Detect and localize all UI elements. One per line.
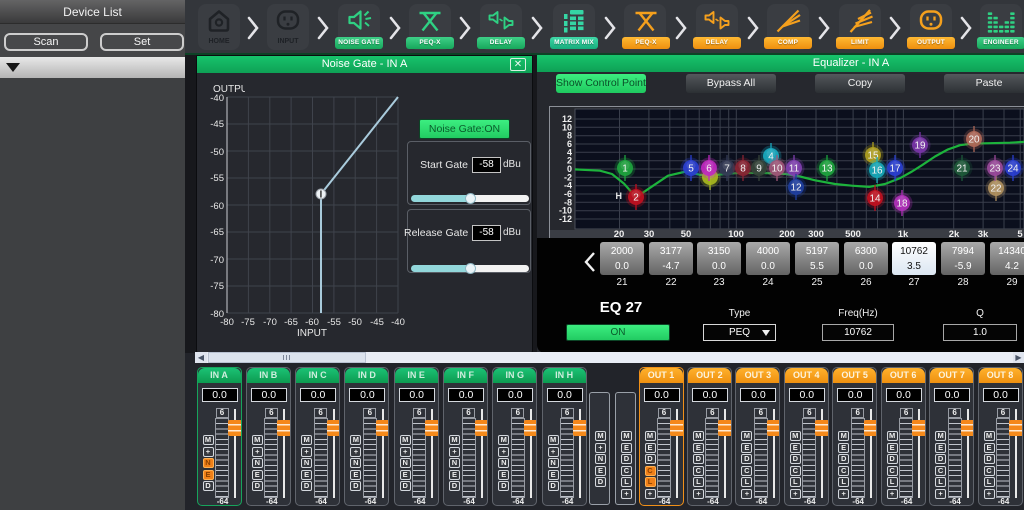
svg-text:11: 11 bbox=[789, 164, 800, 175]
svg-text:5: 5 bbox=[688, 164, 694, 175]
svg-text:1: 1 bbox=[622, 164, 628, 175]
svg-text:-60: -60 bbox=[305, 317, 319, 328]
svg-text:-40: -40 bbox=[210, 93, 224, 104]
svg-text:24: 24 bbox=[1007, 164, 1019, 175]
svg-text:14: 14 bbox=[869, 194, 881, 205]
svg-text:-50: -50 bbox=[348, 317, 362, 328]
svg-text:12: 12 bbox=[562, 114, 572, 124]
svg-text:12: 12 bbox=[790, 183, 802, 194]
svg-text:23: 23 bbox=[989, 164, 1001, 175]
svg-text:-60: -60 bbox=[210, 201, 224, 212]
svg-text:6: 6 bbox=[706, 164, 712, 175]
svg-text:13: 13 bbox=[821, 164, 833, 175]
svg-text:-65: -65 bbox=[284, 317, 298, 328]
svg-text:-75: -75 bbox=[210, 281, 224, 292]
svg-text:22: 22 bbox=[990, 184, 1002, 195]
svg-text:H: H bbox=[616, 191, 623, 201]
svg-text:-70: -70 bbox=[263, 317, 277, 328]
svg-text:16: 16 bbox=[871, 166, 883, 177]
svg-text:19: 19 bbox=[914, 141, 926, 152]
svg-text:-65: -65 bbox=[210, 227, 224, 238]
svg-text:17: 17 bbox=[889, 164, 901, 175]
svg-text:7: 7 bbox=[724, 164, 730, 175]
svg-text:10: 10 bbox=[771, 164, 783, 175]
svg-text:INPUT: INPUT bbox=[297, 328, 327, 339]
svg-text:9: 9 bbox=[756, 164, 762, 175]
svg-text:-70: -70 bbox=[210, 255, 224, 266]
svg-text:18: 18 bbox=[896, 199, 908, 210]
svg-text:21: 21 bbox=[956, 164, 968, 175]
svg-text:-45: -45 bbox=[210, 119, 224, 130]
svg-text:8: 8 bbox=[740, 164, 746, 175]
svg-text:-55: -55 bbox=[327, 317, 341, 328]
svg-text:-50: -50 bbox=[210, 147, 224, 158]
svg-text:-45: -45 bbox=[370, 317, 384, 328]
svg-text:-75: -75 bbox=[241, 317, 255, 328]
svg-text:2: 2 bbox=[633, 193, 639, 204]
svg-text:20: 20 bbox=[968, 135, 980, 146]
svg-text:-80: -80 bbox=[220, 317, 234, 328]
svg-text:-40: -40 bbox=[391, 317, 405, 328]
svg-text:-55: -55 bbox=[210, 173, 224, 184]
